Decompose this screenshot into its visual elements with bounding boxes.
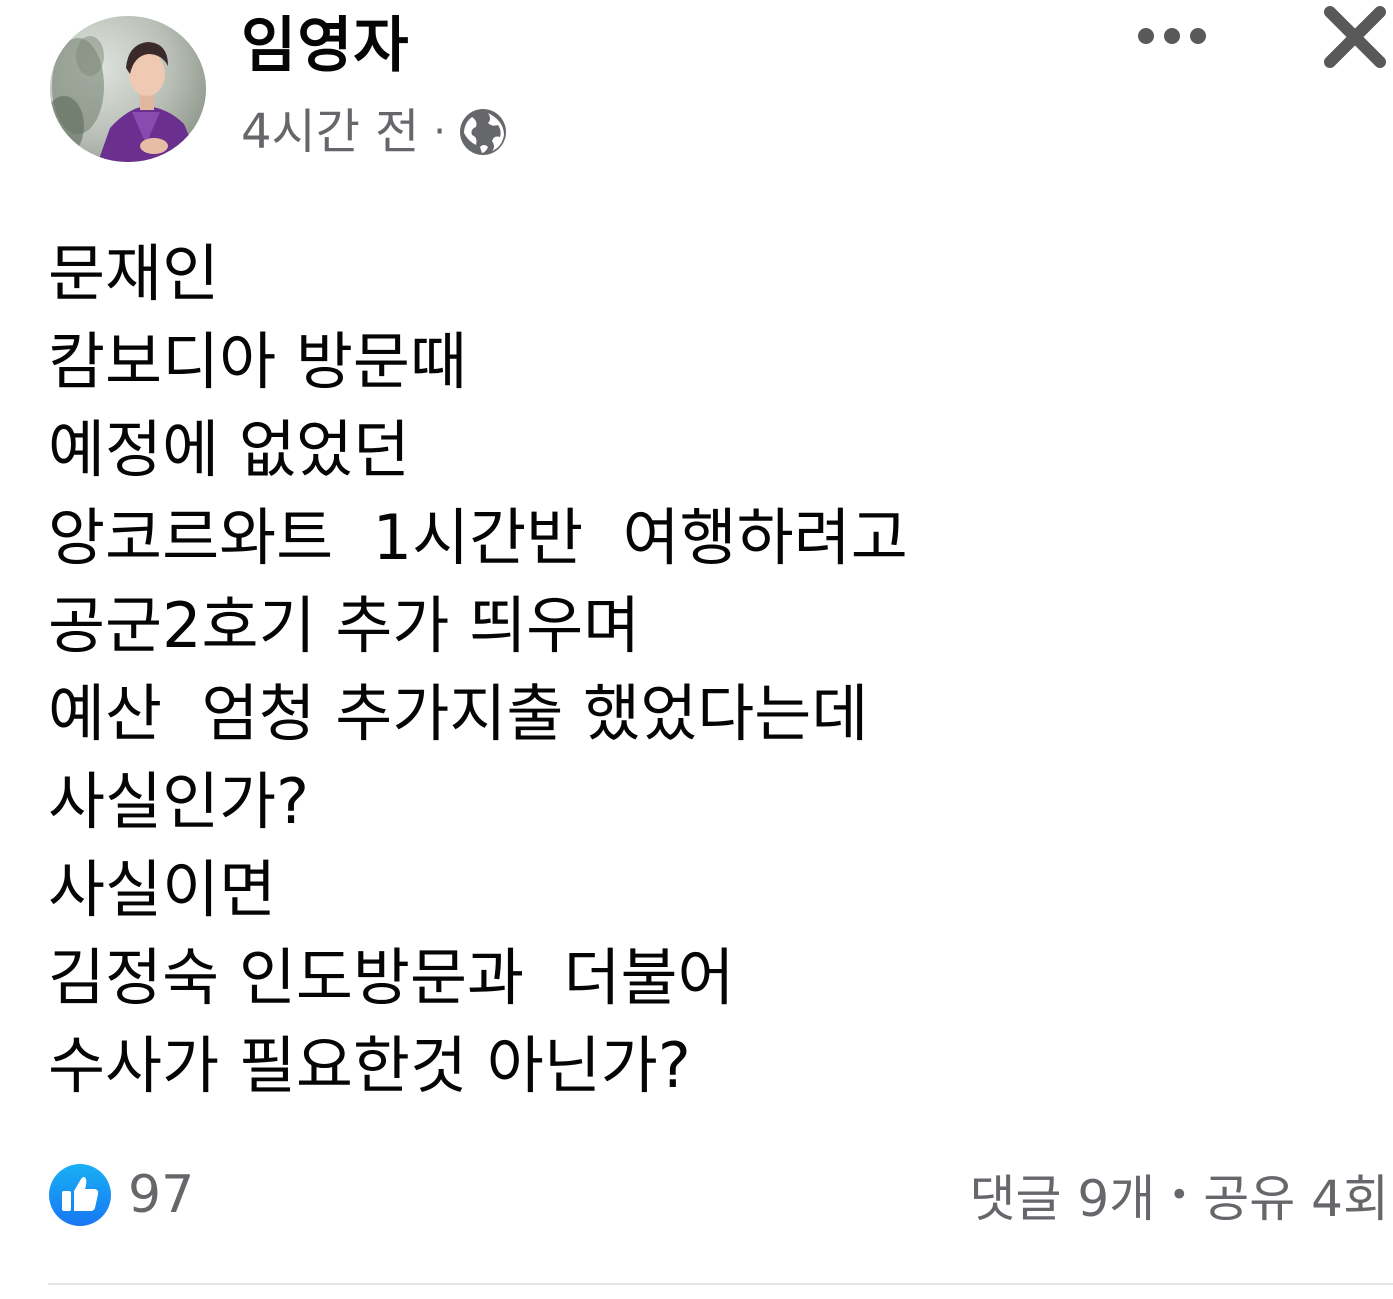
post-line: 김정숙 인도방문과 더불어: [48, 941, 735, 1014]
post-line: 예산 엄청 추가지출 했었다는데: [48, 677, 869, 750]
author-avatar[interactable]: [50, 16, 206, 162]
footer-divider: [48, 1283, 1393, 1285]
post-line: 수사가 필요한것 아닌가?: [48, 1029, 691, 1102]
like-count: 97: [128, 1165, 195, 1225]
author-name[interactable]: 임영자: [241, 10, 410, 82]
reactions-summary[interactable]: 97: [48, 1162, 194, 1228]
post-line: 사실이면: [48, 853, 277, 926]
like-icon: [49, 1164, 111, 1226]
post-line: 공군2호기 추가 띄우며: [48, 589, 641, 662]
post-meta: 4시간 전 ·: [241, 102, 508, 162]
post-line: 앙코르와트 1시간반 여행하려고: [48, 501, 908, 574]
post-line: 예정에 없었던: [48, 413, 410, 486]
engagement-stats: 댓글 9개 • 공유 4회: [970, 1162, 1390, 1228]
more-horizontal-icon: [1138, 28, 1206, 44]
close-button[interactable]: [1320, 2, 1390, 72]
globe-icon: [460, 109, 506, 155]
comments-count-link[interactable]: 댓글 9개: [970, 1159, 1156, 1231]
post-message: 문재인 캄보디아 방문때 예정에 없었던 앙코르와트 1시간반 여행하려고 공군…: [48, 230, 1368, 1110]
stats-bullet: •: [1169, 1175, 1190, 1215]
avatar-photo: [50, 16, 206, 162]
more-options-button[interactable]: [1132, 14, 1212, 58]
post-line: 문재인: [48, 237, 220, 310]
post-line: 사실인가?: [48, 765, 310, 838]
close-icon: [1324, 6, 1386, 68]
shares-count-link[interactable]: 공유 4회: [1203, 1159, 1389, 1231]
post-line: 캄보디아 방문때: [48, 325, 467, 398]
meta-separator: ·: [433, 109, 446, 155]
post-timestamp[interactable]: 4시간 전: [241, 102, 419, 162]
facebook-post: 임영자 4시간 전 · 문재인 캄보디아 방문때 예정에 없었던 앙코르와트 1…: [0, 0, 1393, 1299]
